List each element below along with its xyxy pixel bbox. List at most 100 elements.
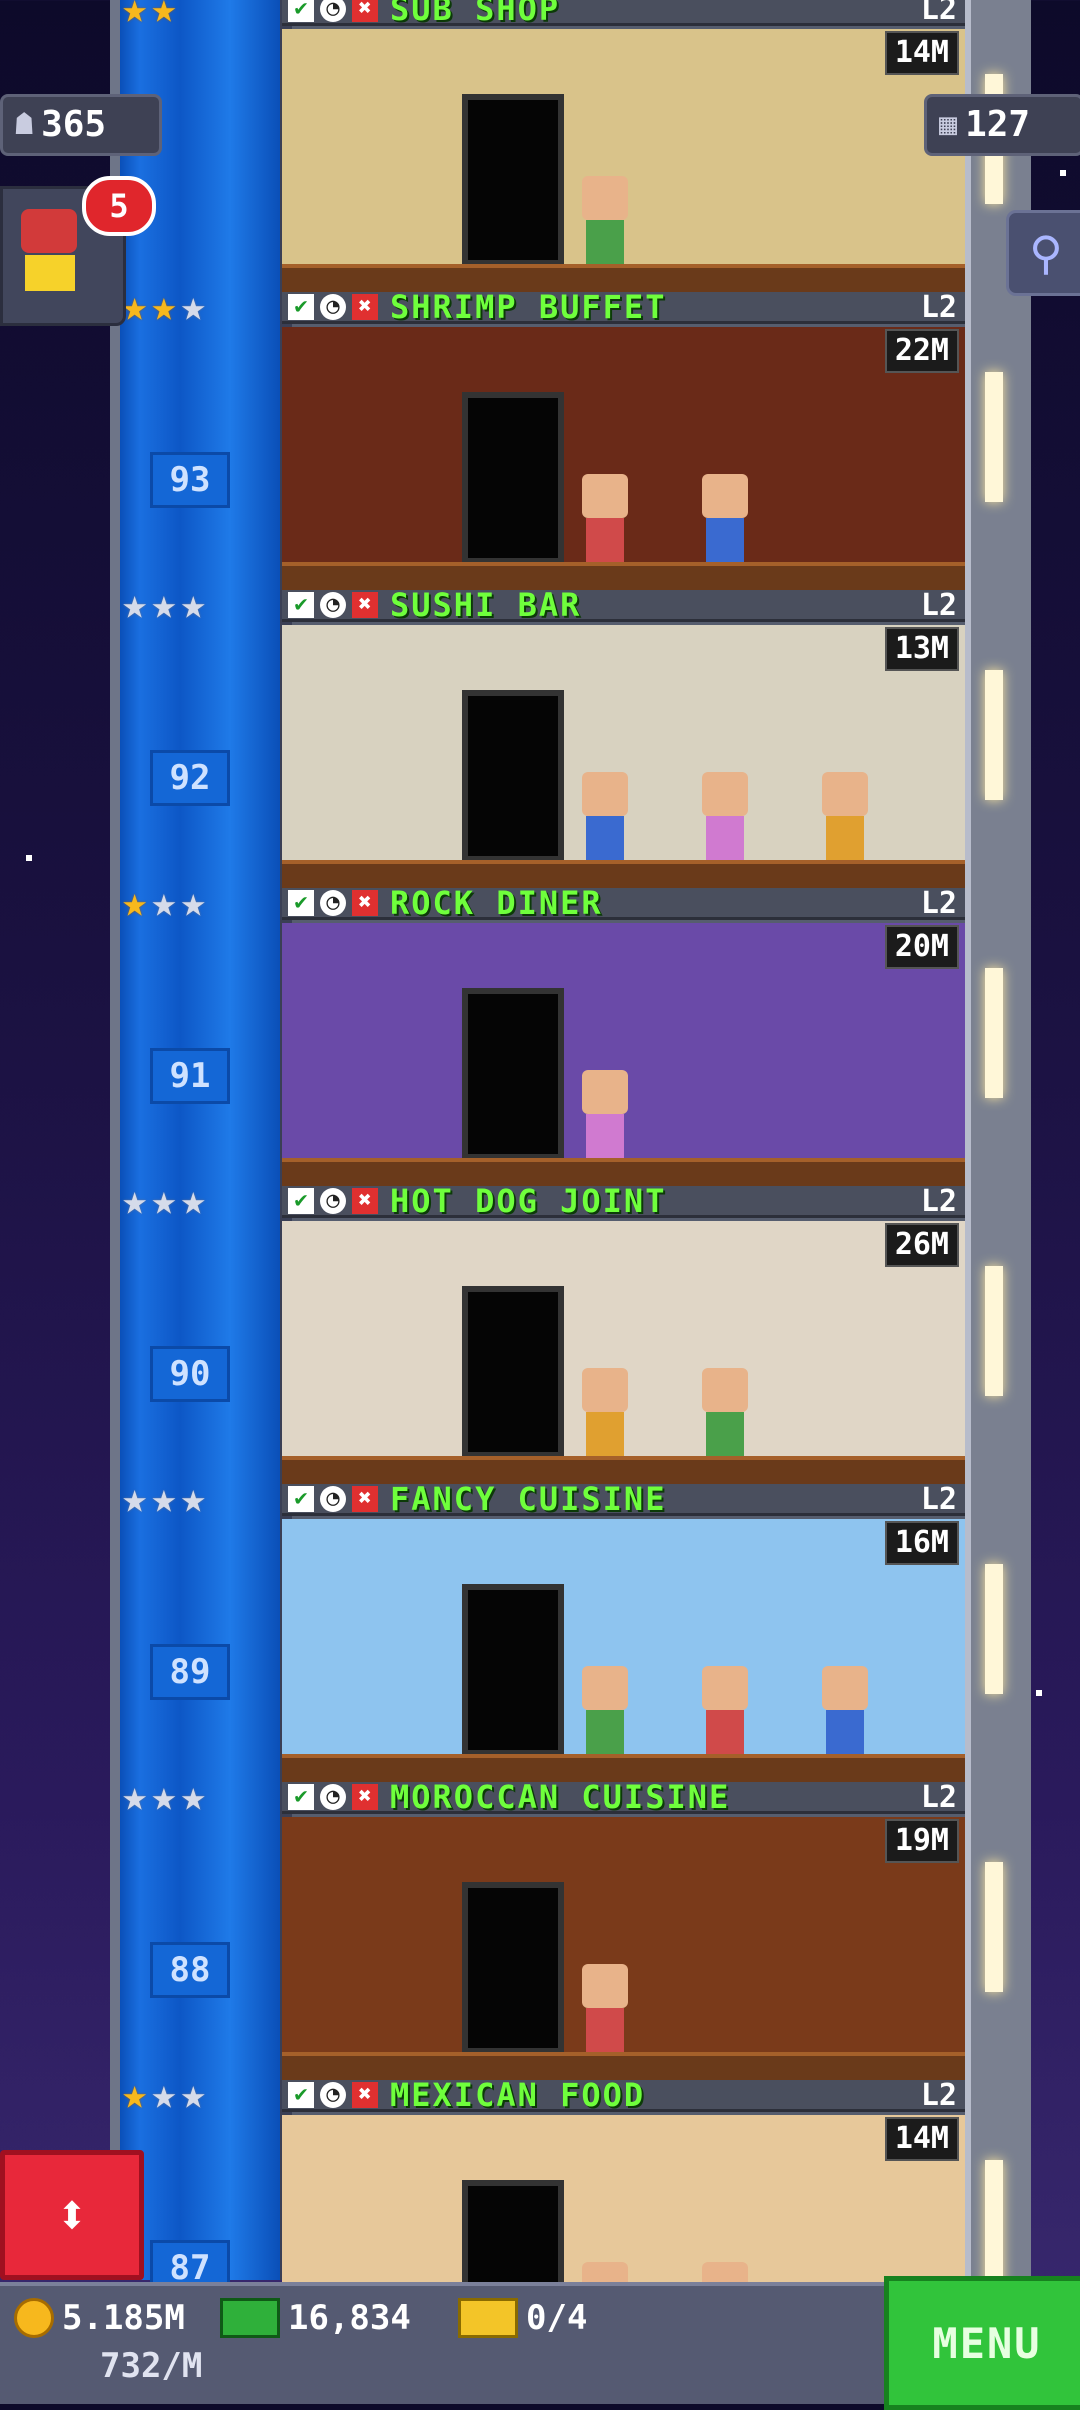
floors-icon: ▦ — [939, 107, 958, 142]
star-icon: ★ — [151, 579, 177, 628]
bitizen-icon[interactable] — [582, 176, 628, 266]
check-icon[interactable]: ✔ — [288, 293, 314, 320]
floors-counter[interactable]: ▦ 127 — [924, 94, 1080, 156]
star-icon: ★ — [151, 2069, 177, 2118]
coins-rate: 732/M — [100, 2346, 202, 2386]
bitizen-body — [586, 816, 624, 860]
check-icon[interactable]: ✔ — [288, 1187, 314, 1214]
floor[interactable]: ✔ ◔ ✖ FANCY CUISINE L2 16M — [282, 1480, 965, 1782]
bitizen-icon[interactable] — [822, 772, 868, 862]
floor-level: L2 — [920, 886, 957, 921]
background-star — [26, 855, 32, 861]
bitizen-icon[interactable] — [702, 1666, 748, 1756]
bitizen-head — [822, 772, 868, 816]
background-star — [1060, 170, 1066, 176]
floor[interactable]: ✔ ◔ ✖ SHRIMP BUFFET L2 22M — [282, 288, 965, 590]
floor-rating-stars: ★ ★ ★ — [122, 880, 262, 924]
search-button[interactable]: ⚲ — [1006, 210, 1080, 296]
coin-icon — [14, 2298, 54, 2338]
tickets-stat[interactable]: 0/4 — [458, 2298, 587, 2338]
star-icon: ★ — [151, 1771, 177, 1820]
check-icon[interactable]: ✔ — [288, 889, 314, 916]
check-icon[interactable]: ✔ — [288, 591, 314, 618]
population-value: 365 — [41, 104, 107, 145]
tower-window-light — [985, 968, 1003, 1098]
clock-icon[interactable]: ◔ — [320, 1783, 346, 1810]
close-icon[interactable]: ✖ — [352, 889, 378, 916]
floor[interactable]: ✔ ◔ ✖ SUSHI BAR L2 13M — [282, 586, 965, 888]
clock-icon[interactable]: ◔ — [320, 889, 346, 916]
elevator-button[interactable]: ⬍ — [0, 2150, 144, 2280]
close-icon[interactable]: ✖ — [352, 0, 378, 22]
close-icon[interactable]: ✖ — [352, 1783, 378, 1810]
floor[interactable]: ✔ ◔ ✖ MOROCCAN CUISINE L2 19M — [282, 1778, 965, 2080]
bitizen-head — [582, 1666, 628, 1710]
clock-icon[interactable]: ◔ — [320, 293, 346, 320]
floor-name: ROCK DINER — [390, 883, 603, 922]
bitizen-icon[interactable] — [582, 1070, 628, 1160]
floor-level: L2 — [920, 1184, 957, 1219]
elevator-door — [462, 1584, 564, 1756]
floor-name: MEXICAN FOOD — [390, 2075, 646, 2114]
star-icon: ★ — [151, 1473, 177, 1522]
star-icon: ★ — [180, 877, 206, 926]
close-icon[interactable]: ✖ — [352, 293, 378, 320]
star-icon: ★ — [180, 579, 206, 628]
tower-window-light — [985, 1862, 1003, 1992]
tower-window-light — [985, 372, 1003, 502]
floor[interactable]: ✔ ◔ ✖ SUB SHOP L2 14M — [282, 0, 965, 292]
star-icon: ★ — [180, 1175, 206, 1224]
floor-header: ✔ ◔ ✖ SUSHI BAR L2 — [282, 586, 965, 624]
clock-icon[interactable]: ◔ — [320, 2081, 346, 2108]
close-icon[interactable]: ✖ — [352, 591, 378, 618]
bitizen-icon[interactable] — [702, 772, 748, 862]
check-icon[interactable]: ✔ — [288, 1783, 314, 1810]
clock-icon[interactable]: ◔ — [320, 591, 346, 618]
shaft-floor-number: 90 — [150, 1346, 230, 1402]
bitizen-icon[interactable] — [582, 1368, 628, 1458]
clock-icon[interactable]: ◔ — [320, 0, 346, 22]
shaft-floor-number: 92 — [150, 750, 230, 806]
floor-rating-stars: ★ ★ ★ — [122, 2072, 262, 2116]
bux-value: 16,834 — [288, 2298, 411, 2338]
bitizen-body — [586, 2008, 624, 2052]
bitizen-body — [706, 816, 744, 860]
bitizen-body — [586, 1114, 624, 1158]
bitizen-icon[interactable] — [582, 1964, 628, 2054]
elevator-shaft[interactable] — [110, 0, 292, 2280]
background-star — [1036, 1690, 1042, 1696]
search-icon: ⚲ — [1029, 226, 1063, 280]
bitizen-icon[interactable] — [702, 474, 748, 564]
clock-icon[interactable]: ◔ — [320, 1187, 346, 1214]
star-icon: ★ — [151, 0, 177, 32]
bitizen-icon[interactable] — [582, 772, 628, 862]
bitizen-head — [582, 1964, 628, 2008]
bitizen-body — [826, 1710, 864, 1754]
check-icon[interactable]: ✔ — [288, 2081, 314, 2108]
bux-stat[interactable]: 16,834 — [220, 2298, 411, 2338]
bitizen-head — [702, 474, 748, 518]
bitizen-icon[interactable] — [822, 1666, 868, 1756]
bitizen-icon[interactable] — [582, 1666, 628, 1756]
check-icon[interactable]: ✔ — [288, 0, 314, 22]
elevator-door — [462, 988, 564, 1160]
close-icon[interactable]: ✖ — [352, 1485, 378, 1512]
floor-level: L2 — [920, 1780, 957, 1815]
bitizen-icon[interactable] — [702, 1368, 748, 1458]
floor[interactable]: ✔ ◔ ✖ HOT DOG JOINT L2 26M — [282, 1182, 965, 1484]
floor-income: 13M — [884, 627, 959, 671]
floor-room: 22M — [282, 327, 965, 590]
floor-income: 14M — [884, 31, 959, 75]
close-icon[interactable]: ✖ — [352, 2081, 378, 2108]
menu-button[interactable]: MENU — [884, 2276, 1080, 2410]
coins-stat[interactable]: 5.185M — [14, 2298, 185, 2338]
floor[interactable]: ✔ ◔ ✖ ROCK DINER L2 20M — [282, 884, 965, 1186]
close-icon[interactable]: ✖ — [352, 1187, 378, 1214]
population-counter[interactable]: ☗ 365 — [0, 94, 162, 156]
star-icon: ★ — [180, 2069, 206, 2118]
floor-name: SHRIMP BUFFET — [390, 287, 667, 326]
bitizen-icon[interactable] — [582, 474, 628, 564]
clock-icon[interactable]: ◔ — [320, 1485, 346, 1512]
floor-rating-stars: ★ ★ ★ — [122, 1178, 262, 1222]
check-icon[interactable]: ✔ — [288, 1485, 314, 1512]
